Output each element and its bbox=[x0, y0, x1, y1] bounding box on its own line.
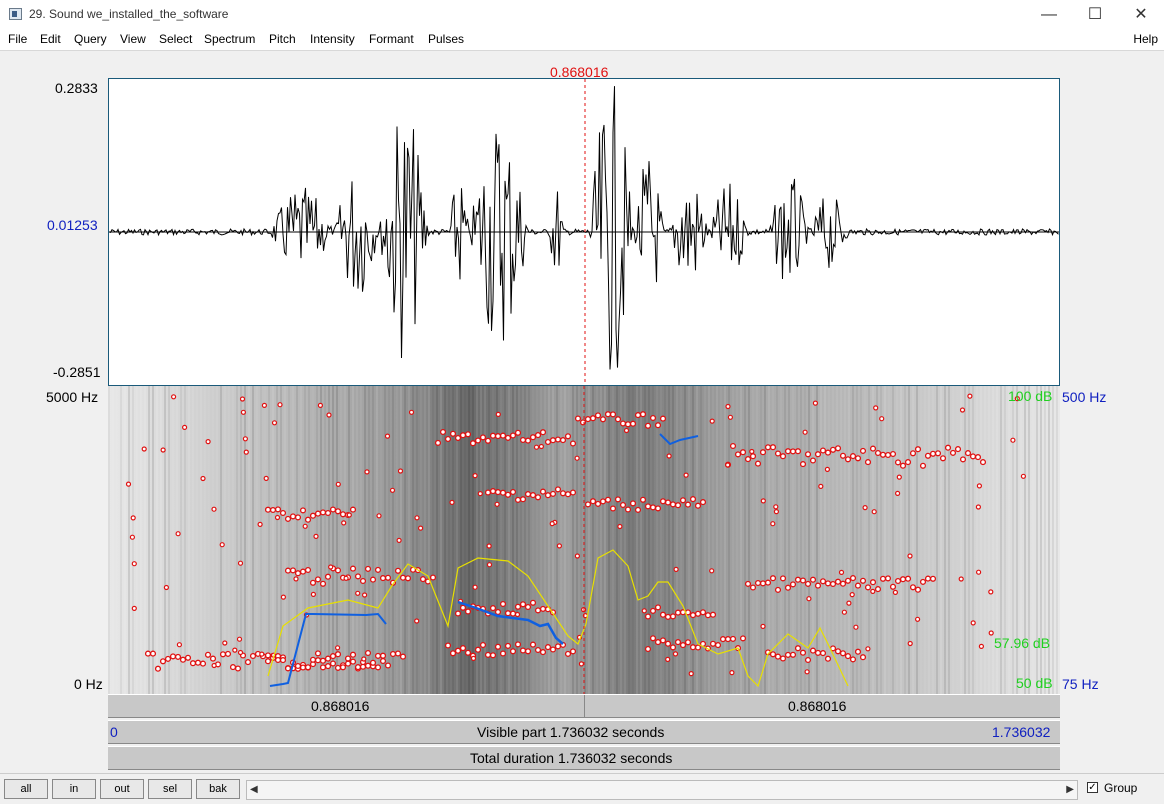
waveform-mid-label: 0.01253 bbox=[47, 217, 98, 233]
total-duration-bar[interactable]: Total duration 1.736032 seconds bbox=[108, 746, 1060, 770]
pitch-top-label: 500 Hz bbox=[1062, 389, 1107, 405]
waveform-min-label: -0.2851 bbox=[53, 364, 101, 380]
total-duration-label: Total duration 1.736032 seconds bbox=[470, 750, 673, 766]
intensity-bottom-label: 50 dB bbox=[1016, 675, 1053, 691]
out-button[interactable]: out bbox=[100, 779, 144, 799]
visible-end-label: 1.736032 bbox=[992, 724, 1051, 740]
all-button[interactable]: all bbox=[4, 779, 48, 799]
menu-formant[interactable]: Formant bbox=[369, 32, 414, 46]
bak-button[interactable]: bak bbox=[196, 779, 240, 799]
visible-part-label: Visible part 1.736032 seconds bbox=[477, 724, 665, 740]
spectrogram-panel[interactable]: 100 dB 57.96 dB 50 dB bbox=[108, 386, 1060, 694]
app-icon bbox=[9, 8, 22, 20]
visible-start-label: 0 bbox=[110, 724, 118, 740]
menu-edit[interactable]: Edit bbox=[40, 32, 61, 46]
in-button[interactable]: in bbox=[52, 779, 96, 799]
freq-bottom-label: 0 Hz bbox=[74, 676, 103, 692]
left-segment[interactable]: 0.868016 bbox=[108, 695, 585, 717]
group-checkbox[interactable]: ✓ bbox=[1087, 782, 1098, 793]
right-segment-label: 0.868016 bbox=[788, 698, 847, 714]
spectrogram-plot bbox=[108, 386, 1060, 694]
menu-bar: File Edit Query View Select Spectrum Pit… bbox=[0, 30, 1164, 51]
menu-select[interactable]: Select bbox=[159, 32, 192, 46]
menu-pulses[interactable]: Pulses bbox=[428, 32, 464, 46]
intensity-top-label: 100 dB bbox=[1008, 388, 1053, 404]
menu-help[interactable]: Help bbox=[1133, 32, 1158, 46]
menu-intensity[interactable]: Intensity bbox=[310, 32, 355, 46]
waveform-plot bbox=[109, 79, 1059, 385]
title-bar: 29. Sound we_installed_the_software — ☐ … bbox=[0, 0, 1164, 30]
waveform-panel[interactable] bbox=[108, 78, 1060, 386]
waveform-max-label: 0.2833 bbox=[55, 80, 98, 96]
menu-query[interactable]: Query bbox=[74, 32, 107, 46]
menu-view[interactable]: View bbox=[120, 32, 146, 46]
bottom-toolbar: all in out sel bak ◀ ▶ ✓ Group bbox=[0, 773, 1164, 804]
group-label: Group bbox=[1104, 781, 1138, 795]
waveform-trace bbox=[109, 86, 1059, 370]
sel-button[interactable]: sel bbox=[148, 779, 192, 799]
scroll-right-arrow[interactable]: ▶ bbox=[1066, 784, 1074, 795]
maximize-button[interactable]: ☐ bbox=[1072, 0, 1118, 30]
pitch-bottom-label: 75 Hz bbox=[1062, 676, 1099, 692]
visible-part-bar[interactable]: 0 Visible part 1.736032 seconds 1.736032 bbox=[108, 720, 1060, 744]
right-segment[interactable]: 0.868016 bbox=[585, 695, 1060, 717]
menu-pitch[interactable]: Pitch bbox=[269, 32, 296, 46]
minimize-button[interactable]: — bbox=[1026, 0, 1072, 30]
left-segment-label: 0.868016 bbox=[311, 698, 370, 714]
menu-spectrum[interactable]: Spectrum bbox=[204, 32, 255, 46]
freq-top-label: 5000 Hz bbox=[46, 389, 99, 405]
time-scrollbar[interactable]: ◀ ▶ bbox=[246, 780, 1078, 800]
scroll-left-arrow[interactable]: ◀ bbox=[250, 784, 258, 795]
window-title: 29. Sound we_installed_the_software bbox=[29, 7, 229, 21]
close-button[interactable]: ✕ bbox=[1118, 0, 1164, 30]
selection-time-bar: 0.868016 0.868016 bbox=[108, 694, 1060, 718]
menu-file[interactable]: File bbox=[8, 32, 27, 46]
intensity-current-label: 57.96 dB bbox=[994, 635, 1051, 651]
